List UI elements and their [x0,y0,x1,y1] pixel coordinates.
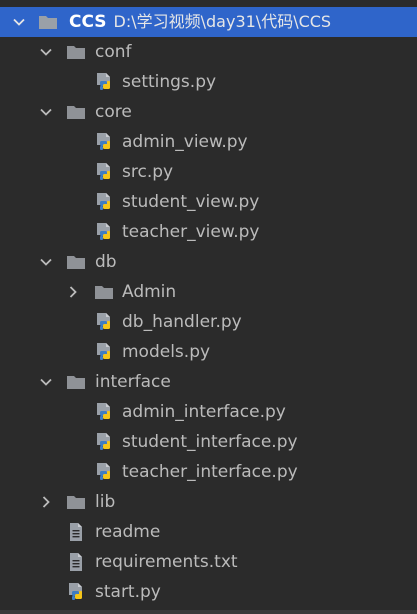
horizontal-scrollbar[interactable] [0,610,417,614]
tree-item-label: db [95,252,117,272]
tree-row-settings-py[interactable]: settings.py [0,67,417,97]
tree-item-label: admin_interface.py [122,402,286,422]
chevron-down-icon[interactable] [39,375,53,389]
tree-item-label: student_interface.py [122,432,298,452]
chevron-down-icon[interactable] [39,105,53,119]
python-file-icon [94,432,114,452]
text-file-icon [66,552,86,572]
tree-row-src-py[interactable]: src.py [0,157,417,187]
folder-icon [66,102,86,122]
tree-row-start-py[interactable]: start.py [0,577,417,607]
chevron-down-icon[interactable] [39,45,53,59]
python-file-icon [94,162,114,182]
tree-row-db[interactable]: db [0,247,417,277]
project-label: CCS D:\学习视频\day31\代码\CCS [69,7,331,37]
python-file-icon [94,192,114,212]
tree-item-label: start.py [95,582,161,602]
tree-rows: conf settings.py core admin_view.py src.py st… [0,37,417,607]
python-file-icon [94,222,114,242]
chevron-down-icon[interactable] [12,15,26,29]
tree-row-teacher-view-py[interactable]: teacher_view.py [0,217,417,247]
chevron-right-icon[interactable] [39,495,53,509]
text-file-icon [66,522,86,542]
folder-icon [66,42,86,62]
tree-row-models-py[interactable]: models.py [0,337,417,367]
tree-row-teacher-interface-py[interactable]: teacher_interface.py [0,457,417,487]
tree-item-label: Admin [122,282,177,302]
python-file-icon [94,402,114,422]
tree-row-core[interactable]: core [0,97,417,127]
tree-item-label: conf [95,42,132,62]
project-name: CCS [69,12,107,32]
python-file-icon [94,342,114,362]
tree-item-label: readme [95,522,161,542]
python-file-icon [94,462,114,482]
python-file-icon [94,312,114,332]
python-file-icon [94,132,114,152]
tree-item-label: admin_view.py [122,132,248,152]
tree-row-student-interface-py[interactable]: student_interface.py [0,427,417,457]
folder-icon [66,492,86,512]
tree-row-admin-view-py[interactable]: admin_view.py [0,127,417,157]
tree-item-label: requirements.txt [95,552,238,572]
tree-item-label: settings.py [122,72,217,92]
tree-item-label: interface [95,372,171,392]
tree-item-label: db_handler.py [122,312,242,332]
folder-icon [38,12,58,32]
tree-row-lib[interactable]: lib [0,487,417,517]
tree-row-project-root[interactable]: CCS D:\学习视频\day31\代码\CCS [0,7,417,37]
project-tree: CCS D:\学习视频\day31\代码\CCS conf settings.py c… [0,7,417,607]
chevron-right-icon[interactable] [66,285,80,299]
tree-row-admin-interface-py[interactable]: admin_interface.py [0,397,417,427]
tree-row-readme[interactable]: readme [0,517,417,547]
tree-row-admin[interactable]: Admin [0,277,417,307]
chevron-down-icon[interactable] [39,255,53,269]
tree-item-label: student_view.py [122,192,260,212]
tree-row-student-view-py[interactable]: student_view.py [0,187,417,217]
folder-icon [66,252,86,272]
tree-row-interface[interactable]: interface [0,367,417,397]
tree-row-db-handler-py[interactable]: db_handler.py [0,307,417,337]
project-path: D:\学习视频\day31\代码\CCS [113,12,332,31]
tree-row-requirements-txt[interactable]: requirements.txt [0,547,417,577]
tree-item-label: src.py [122,162,174,182]
folder-icon [94,282,114,302]
tree-item-label: lib [95,492,116,512]
folder-icon [66,372,86,392]
tree-item-label: models.py [122,342,211,362]
python-file-icon [66,582,86,602]
tree-row-conf[interactable]: conf [0,37,417,67]
tree-item-label: teacher_view.py [122,222,260,242]
python-file-icon [94,72,114,92]
tree-item-label: core [95,102,132,122]
tree-item-label: teacher_interface.py [122,462,298,482]
